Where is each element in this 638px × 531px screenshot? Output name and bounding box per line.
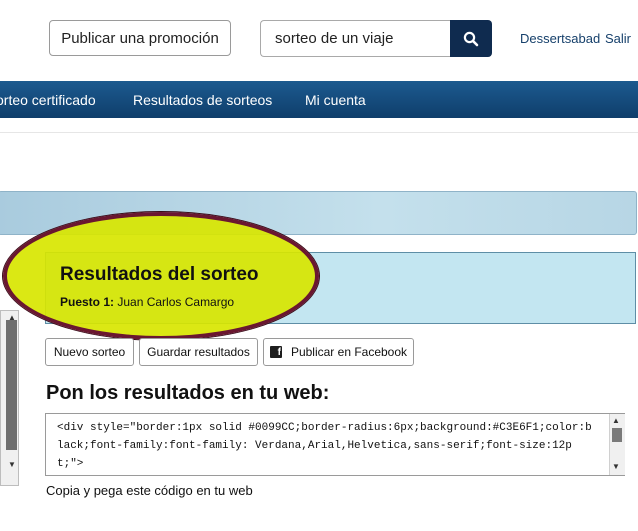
embed-code-textarea[interactable]: <div style="border:1px solid #0099CC;bor… (45, 413, 625, 476)
winner-name: Juan Carlos Camargo (117, 295, 235, 309)
nav-item-my-account[interactable]: Mi cuenta (305, 92, 366, 108)
nav-divider (0, 132, 638, 133)
code-scrollbar-thumb[interactable] (612, 428, 622, 442)
search-icon (463, 31, 479, 46)
user-name-link[interactable]: Dessertsabad (520, 31, 600, 46)
publish-facebook-button[interactable]: f Publicar en Facebook (263, 338, 414, 366)
scroll-down-arrow-icon[interactable]: ▼ (8, 460, 16, 469)
winner-line: Puesto 1: Juan Carlos Camargo (60, 295, 234, 309)
publish-promotion-button[interactable]: Publicar una promoción (49, 20, 231, 56)
facebook-icon: f (269, 346, 282, 358)
logout-link[interactable]: Salir (605, 31, 631, 46)
code-scroll-down-icon[interactable]: ▼ (612, 462, 620, 471)
search-button[interactable] (450, 20, 492, 57)
winner-position-label: Puesto 1: (60, 295, 115, 309)
nav-item-draw-results[interactable]: Resultados de sorteos (133, 92, 272, 108)
left-scrollbar-thumb[interactable] (6, 320, 17, 450)
save-results-button[interactable]: Guardar resultados (139, 338, 258, 366)
results-title: Resultados del sorteo (60, 264, 259, 285)
code-scroll-up-icon[interactable]: ▲ (612, 416, 620, 425)
copy-hint: Copia y pega este código en tu web (46, 483, 253, 498)
new-draw-button[interactable]: Nuevo sorteo (45, 338, 134, 366)
facebook-button-label: Publicar en Facebook (290, 345, 408, 359)
search-input[interactable]: sorteo de un viaje (260, 20, 450, 57)
embed-heading: Pon los resultados en tu web: (46, 382, 330, 404)
nav-item-certified-draw[interactable]: orteo certificado (0, 92, 96, 108)
scroll-up-arrow-icon[interactable]: ▲ (8, 313, 16, 322)
